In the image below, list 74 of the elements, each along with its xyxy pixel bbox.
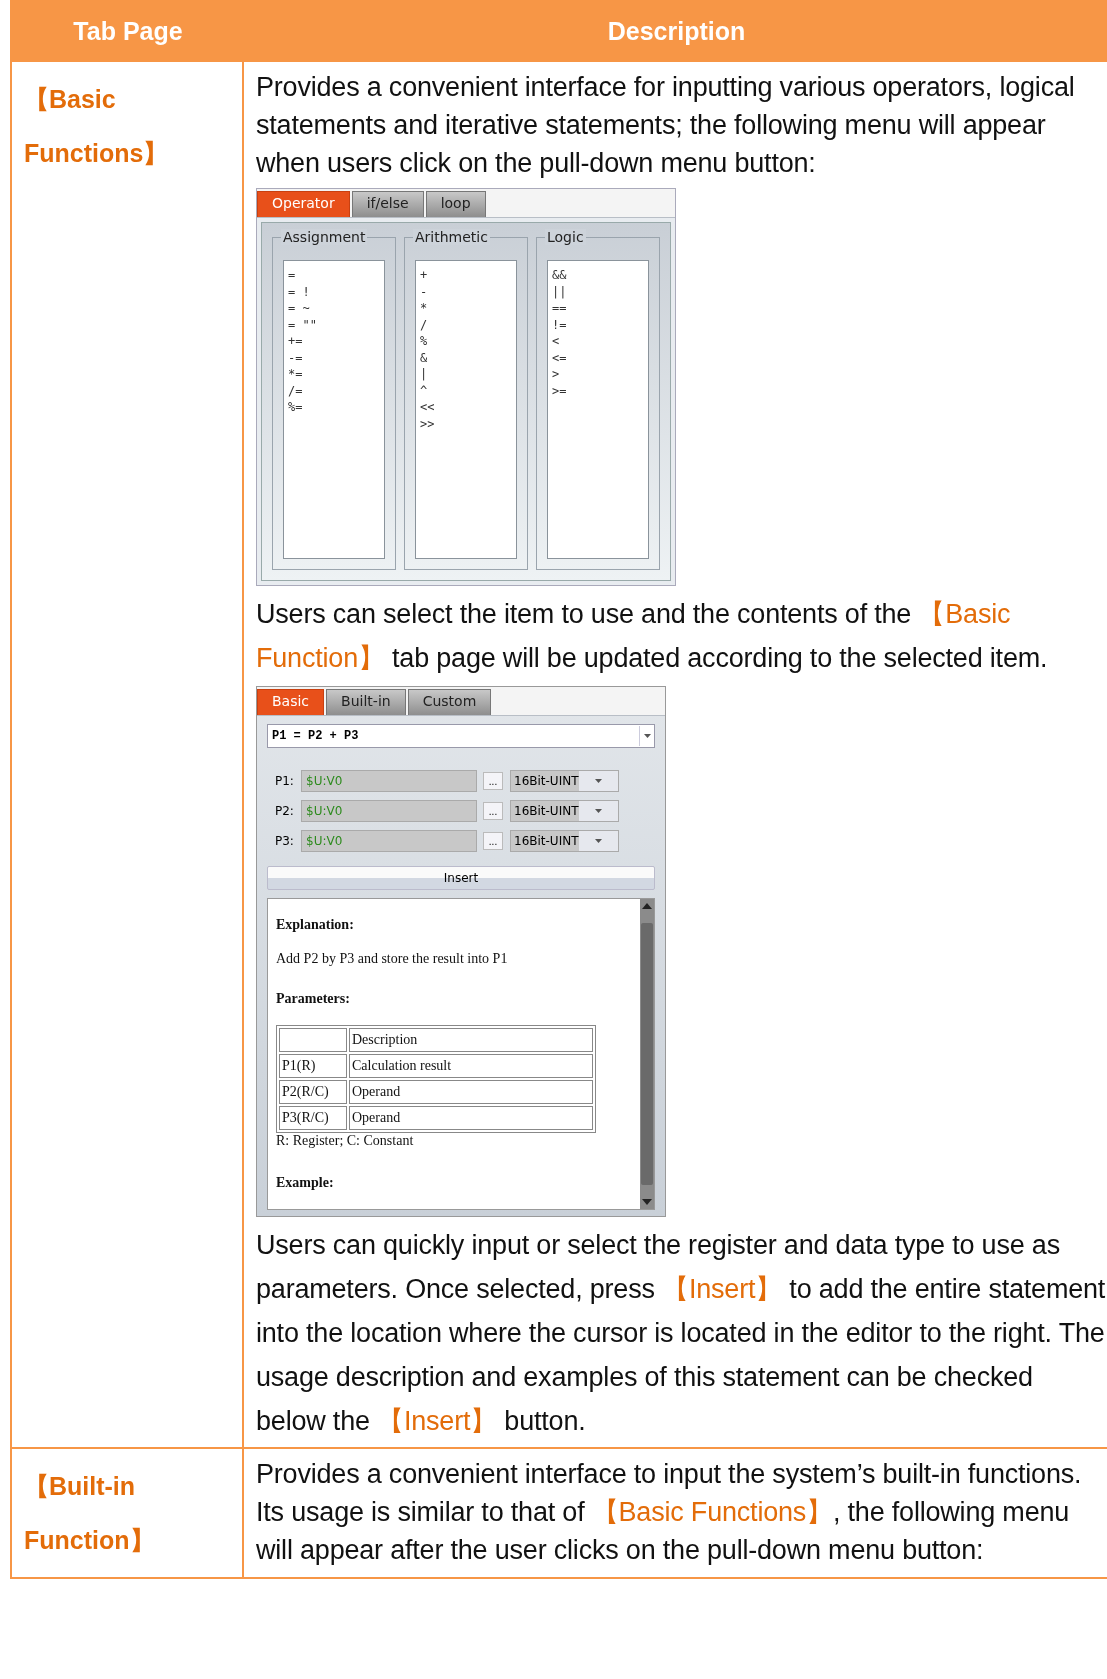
help-text: Add P2 by P3 and store the result into P1: [276, 951, 509, 967]
operator-item[interactable]: = ~: [288, 300, 310, 317]
operator-item[interactable]: +: [420, 267, 428, 284]
operator-item[interactable]: <<: [420, 399, 435, 416]
tab-page-name: 【Built-in Function】: [24, 1471, 156, 1556]
table-header-cell: Description: [349, 1028, 593, 1052]
operator-item[interactable]: |: [420, 366, 428, 383]
group-title: Logic: [545, 229, 586, 245]
parameter-label: P3:: [275, 834, 295, 848]
operator-item[interactable]: ||: [552, 283, 567, 300]
operator-item[interactable]: &&: [552, 267, 567, 284]
operator-item[interactable]: >: [552, 366, 560, 383]
operator-item[interactable]: /: [420, 316, 428, 333]
data-type-dropdown[interactable]: 16Bit-UINT: [510, 770, 619, 792]
operator-item[interactable]: %: [420, 333, 428, 350]
table-cell: Operand: [349, 1080, 593, 1104]
parameter-label: P2:: [275, 804, 295, 818]
tab[interactable]: Operator: [257, 191, 350, 217]
caret-icon: [594, 839, 602, 843]
operator-item[interactable]: = "": [288, 316, 317, 333]
data-type-dropdown[interactable]: 16Bit-UINT: [510, 830, 619, 852]
browse-button[interactable]: ...: [483, 772, 503, 790]
operator-item[interactable]: %=: [288, 399, 303, 416]
column-header: Description: [606, 16, 747, 46]
help-heading: Explanation:: [276, 917, 355, 933]
tab[interactable]: if/else: [351, 191, 424, 217]
scroll-down-icon[interactable]: [642, 1199, 652, 1205]
column-header: Tab Page: [72, 16, 184, 46]
caret-icon: [594, 809, 602, 813]
operator-item[interactable]: *: [420, 300, 428, 317]
tab[interactable]: loop: [425, 191, 486, 217]
operator-item[interactable]: >=: [552, 382, 567, 399]
operator-item[interactable]: ^: [420, 382, 428, 399]
help-heading: Example:: [276, 1175, 335, 1191]
parameter-label: P1:: [275, 774, 295, 788]
scrollbar[interactable]: [640, 899, 654, 1209]
operator-item[interactable]: <: [552, 333, 560, 350]
table-cell: P2(R/C): [279, 1080, 347, 1104]
operator-item[interactable]: =: [288, 267, 296, 284]
table-cell: P3(R/C): [279, 1106, 347, 1130]
data-type-dropdown[interactable]: 16Bit-UINT: [510, 800, 619, 822]
operator-item[interactable]: >>: [420, 415, 435, 432]
group-title: Assignment: [281, 229, 368, 245]
table-cell: P1(R): [279, 1054, 347, 1078]
tab-page-name: 【Basic Functions】: [24, 84, 170, 169]
operator-item[interactable]: -: [420, 283, 428, 300]
operator-item[interactable]: <=: [552, 349, 567, 366]
browse-button[interactable]: ...: [483, 832, 503, 850]
group-title: Arithmetic: [413, 229, 490, 245]
operator-item[interactable]: *=: [288, 366, 303, 383]
table-cell: Operand: [349, 1106, 593, 1130]
description-paragraph: Provides a convenient interface for inputting various operators, logical statements and iterative statements; the following menu will appear when users click on the pull-down menu button:: [256, 71, 1076, 180]
description-paragraph: Users can select the item to use and the contents of the 【Basic Function】 tab page will be updated according to the selected item.: [256, 598, 1049, 675]
tab[interactable]: Custom: [407, 689, 492, 715]
operator-item[interactable]: ==: [552, 300, 567, 317]
table-cell: Calculation result: [349, 1054, 593, 1078]
caret-icon: [594, 779, 602, 783]
operator-item[interactable]: /=: [288, 382, 303, 399]
statement-dropdown[interactable]: P1 = P2 + P3: [267, 724, 655, 748]
scroll-up-icon[interactable]: [642, 903, 652, 909]
operator-item[interactable]: !=: [552, 316, 567, 333]
tab[interactable]: Built-in: [326, 689, 406, 715]
insert-button[interactable]: Insert: [267, 866, 655, 890]
tab[interactable]: Basic: [257, 689, 325, 715]
operator-item[interactable]: -=: [288, 349, 303, 366]
help-heading: Parameters:: [276, 991, 351, 1007]
description-paragraph: Provides a convenient interface to input the system’s built-in functions. Its usage is similar to that of 【Basic Functions】, the following menu will appear after the user clicks on the pull-down menu button:: [256, 1458, 1083, 1567]
description-paragraph: Users can quickly input or select the register and data type to use as parameters. Once selected, press 【Insert】 to add the entire statement into the location where the cursor is located in the editor to the right. The usage description and examples of this statement can be checked below the 【Insert】 button.: [256, 1229, 1107, 1438]
caret-icon: [643, 734, 651, 738]
help-text: R: Register; C: Constant: [276, 1133, 415, 1149]
browse-button[interactable]: ...: [483, 802, 503, 820]
operator-item[interactable]: &: [420, 349, 428, 366]
operator-item[interactable]: +=: [288, 333, 303, 350]
operator-item[interactable]: = !: [288, 283, 310, 300]
